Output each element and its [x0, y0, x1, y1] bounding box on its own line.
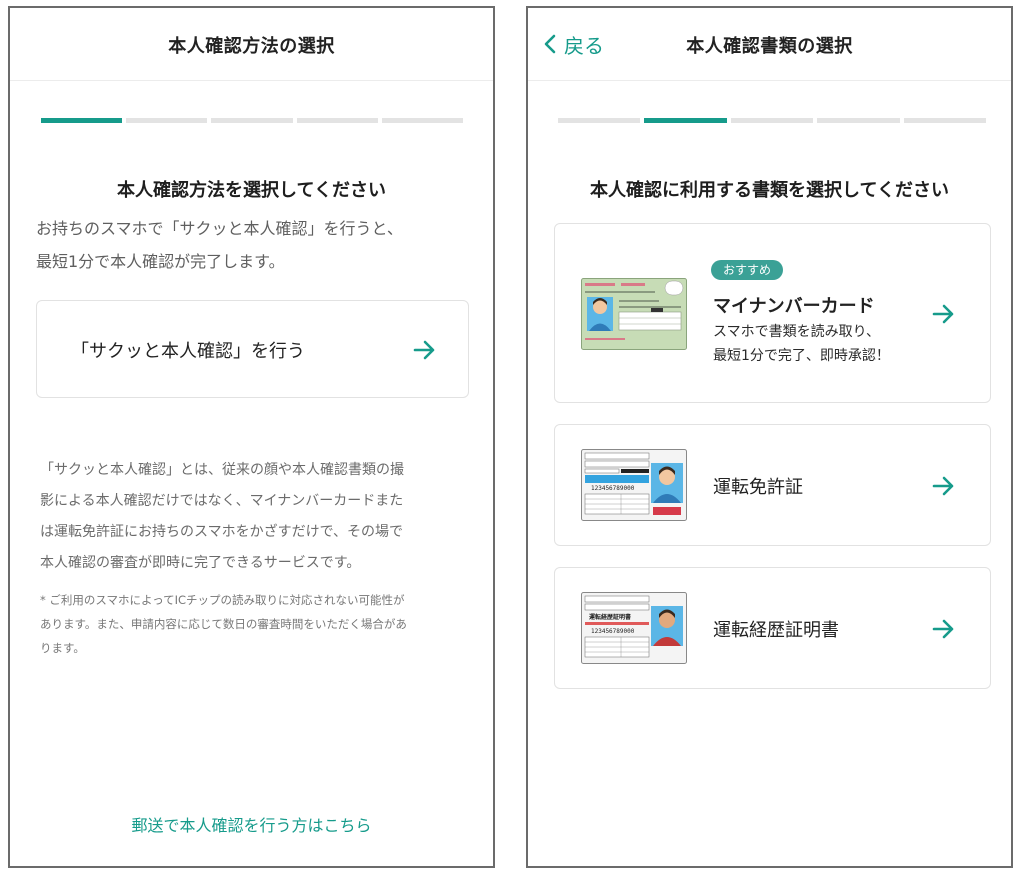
- driving-history-certificate-icon: 運転経歴証明書 123456789000: [581, 592, 687, 664]
- certificate-number: 123456789000: [591, 628, 635, 635]
- description-line: 影による本人確認だけではなく、マイナンバーカードまた: [40, 493, 404, 509]
- progress-step-4: [817, 118, 900, 123]
- step-progress: [41, 118, 464, 123]
- step-progress: [558, 118, 987, 123]
- note-line: あります。また、申請内容に応じて数日の審査時間をいただく場合があ: [40, 617, 407, 631]
- quick-verification-label: 「サクッと本人確認」を行う: [71, 341, 305, 362]
- quick-verification-button[interactable]: 「サクッと本人確認」を行う: [36, 300, 469, 398]
- recommended-badge: おすすめ: [711, 260, 784, 280]
- intro-text: お持ちのスマホで「サクッと本人確認」を行うと、 最短1分で本人確認が完了します。: [36, 212, 476, 278]
- description-line: 本人確認の審査が即時に完了できるサービスです。: [40, 555, 361, 571]
- section-heading: 本人確認に利用する書類を選択してください: [590, 180, 949, 201]
- mail-verification-link[interactable]: 郵送で本人確認を行う方はこちら: [10, 812, 493, 836]
- arrow-right-icon: [932, 304, 954, 324]
- document-subtitle: スマホで書類を読み取り、 最短1分で完了、即時承認！: [713, 320, 890, 368]
- subtitle-line: 最短1分で完了、即時承認！: [713, 348, 890, 364]
- arrow-right-icon: [932, 619, 954, 639]
- intro-line: お持ちのスマホで「サクッと本人確認」を行うと、: [36, 219, 403, 238]
- progress-step-5: [381, 118, 464, 123]
- header: 本人確認方法の選択: [10, 8, 493, 81]
- document-title: マイナンバーカード: [713, 296, 875, 317]
- document-option-driving-history[interactable]: 運転経歴証明書 123456789000 運転経歴証明書: [554, 567, 991, 689]
- progress-step-2: [126, 118, 208, 123]
- page-title: 本人確認書類の選択: [686, 36, 853, 57]
- document-option-mynumber-card[interactable]: おすすめ マイナンバーカード スマホで書類を読み取り、 最短1分で完了、即時承認…: [554, 223, 991, 403]
- subtitle-line: スマホで書類を読み取り、: [713, 324, 881, 340]
- license-number: 123456789000: [591, 485, 635, 492]
- service-description: 「サクッと本人確認」とは、従来の顔や本人確認書類の撮 影による本人確認だけではな…: [40, 455, 465, 579]
- progress-step-1: [558, 118, 641, 123]
- header: 戻る 本人確認書類の選択: [528, 8, 1011, 81]
- certificate-title-text: 運転経歴証明書: [589, 613, 631, 621]
- method-selection-screen: 本人確認方法の選択 本人確認方法を選択してください お持ちのスマホで「サクッと本…: [8, 6, 495, 868]
- footnote: * ご利用のスマホによってICチップの読み取りに対応されない可能性が あります。…: [40, 588, 465, 660]
- page-title: 本人確認方法の選択: [168, 36, 335, 57]
- arrow-right-icon: [932, 476, 954, 496]
- document-title: 運転免許証: [713, 477, 803, 498]
- intro-line: 最短1分で本人確認が完了します。: [36, 252, 285, 271]
- mynumber-card-icon: [581, 278, 687, 350]
- description-line: は運転免許証にお持ちのスマホをかざすだけで、その場で: [40, 524, 404, 540]
- progress-step-4: [296, 118, 378, 123]
- note-line: ります。: [40, 641, 85, 655]
- progress-step-2: [644, 118, 727, 123]
- progress-step-1: [41, 118, 123, 123]
- drivers-license-icon: 123456789000: [581, 449, 687, 521]
- progress-step-3: [730, 118, 814, 123]
- description-line: 「サクッと本人確認」とは、従来の顔や本人確認書類の撮: [40, 462, 404, 478]
- note-line: * ご利用のスマホによってICチップの読み取りに対応されない可能性が: [40, 593, 405, 607]
- progress-step-3: [211, 118, 293, 123]
- section-heading: 本人確認方法を選択してください: [117, 180, 386, 201]
- progress-step-5: [903, 118, 987, 123]
- document-option-drivers-license[interactable]: 123456789000 運転免許証: [554, 424, 991, 546]
- arrow-right-icon: [413, 340, 435, 360]
- document-selection-screen: 戻る 本人確認書類の選択 本人確認に利用する書類を選択してください おすすめ マ…: [526, 6, 1013, 868]
- document-title: 運転経歴証明書: [713, 620, 839, 641]
